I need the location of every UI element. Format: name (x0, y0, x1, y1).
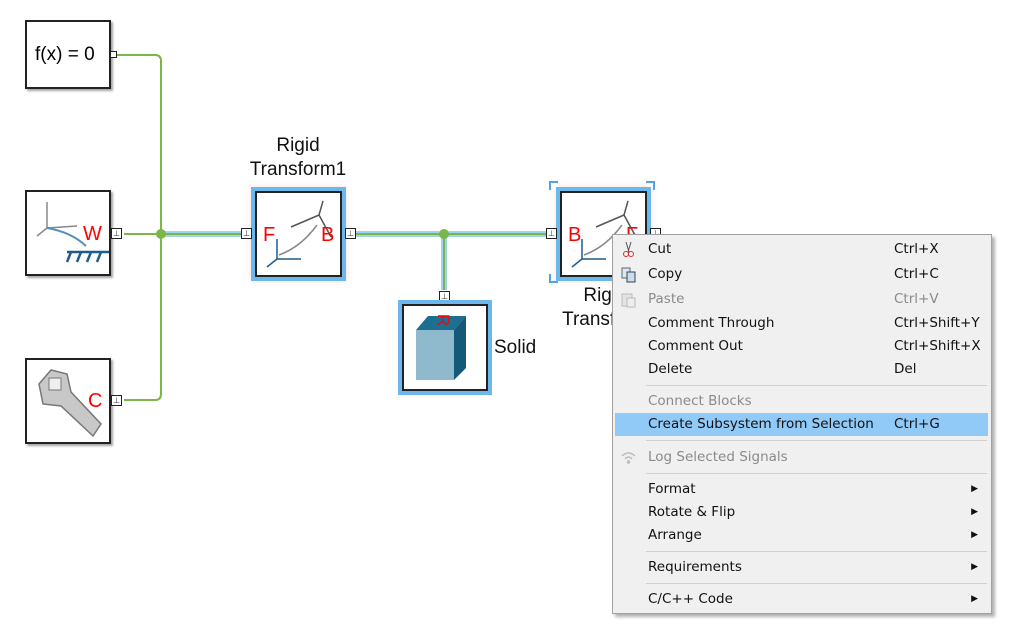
context-menu: Cut Ctrl+X Copy Ctrl+C Paste Ctrl+V Comment… (612, 234, 992, 614)
menu-shortcut: Ctrl+X (894, 241, 939, 257)
paste-icon (621, 293, 636, 308)
menu-label: Comment Out (648, 338, 743, 354)
solid-block[interactable]: R (398, 300, 492, 395)
mechanism-configuration-block[interactable]: C (25, 358, 111, 444)
submenu-arrow-icon: ▶ (971, 484, 978, 494)
menu-shortcut: Ctrl+Shift+X (894, 338, 981, 354)
menu-label: Rotate & Flip (648, 504, 736, 520)
solver-configuration-block[interactable]: f(x) = 0 (25, 20, 111, 89)
menu-label: Paste (648, 291, 685, 307)
menu-label: Delete (648, 361, 693, 377)
junction-dot (156, 229, 166, 239)
menu-shortcut: Ctrl+Shift+Y (894, 315, 980, 331)
menu-item-format[interactable]: Format ▶ (615, 478, 988, 501)
menu-separator (646, 583, 987, 584)
menu-separator (646, 440, 987, 441)
submenu-arrow-icon: ▶ (971, 594, 978, 604)
port-label-b: B (568, 224, 582, 246)
port-label-b: B (321, 224, 335, 246)
menu-item-comment-through[interactable]: Comment Through Ctrl+Shift+Y (615, 312, 988, 335)
port-label-r: R (434, 313, 454, 327)
submenu-arrow-icon: ▶ (971, 530, 978, 540)
config-port[interactable]: ⊥ (111, 395, 122, 406)
solid-port-r[interactable]: ⊥ (439, 291, 450, 302)
port-label-f: F (263, 224, 276, 246)
menu-label: Create Subsystem from Selection (648, 416, 874, 432)
port-label-c: C (88, 390, 103, 412)
block-title-rigid-transform1: Rigid Transform1 (238, 134, 358, 182)
solver-port[interactable] (110, 51, 117, 58)
menu-separator (646, 473, 987, 474)
menu-item-copy[interactable]: Copy Ctrl+C (615, 263, 988, 286)
menu-label: Connect Blocks (648, 393, 752, 409)
menu-label: Comment Through (648, 315, 775, 331)
block-title-solid: Solid (494, 337, 537, 358)
signal-log-icon (621, 452, 636, 464)
scissors-icon (623, 241, 634, 257)
menu-label: Cut (648, 241, 672, 257)
title-line: Transform1 (249, 159, 347, 180)
rt1-port-b[interactable]: ⊥ (345, 228, 356, 239)
menu-item-paste[interactable]: Paste Ctrl+V (615, 288, 988, 311)
port-label-w: W (83, 223, 102, 245)
menu-label: Requirements (648, 559, 742, 575)
menu-label: Copy (648, 266, 683, 282)
menu-separator (646, 385, 987, 386)
menu-item-arrange[interactable]: Arrange ▶ (615, 524, 988, 547)
menu-shortcut: Ctrl+V (894, 291, 939, 307)
menu-item-log-selected-signals[interactable]: Log Selected Signals (615, 446, 988, 469)
solver-text: f(x) = 0 (35, 44, 95, 65)
menu-label: Arrange (648, 527, 702, 543)
menu-label: Format (648, 481, 696, 497)
menu-shortcut: Ctrl+C (894, 266, 939, 282)
menu-separator (646, 551, 987, 552)
menu-item-comment-out[interactable]: Comment Out Ctrl+Shift+X (615, 335, 988, 358)
world-frame-block[interactable]: W (25, 190, 111, 276)
copy-icon (621, 267, 636, 283)
menu-item-cut[interactable]: Cut Ctrl+X (615, 238, 988, 261)
menu-item-requirements[interactable]: Requirements ▶ (615, 556, 988, 579)
submenu-arrow-icon: ▶ (971, 507, 978, 517)
junction-dot (439, 229, 449, 239)
physical-connection[interactable] (117, 54, 162, 401)
menu-item-create-subsystem[interactable]: Create Subsystem from Selection Ctrl+G (615, 413, 988, 436)
rt2-port-b[interactable]: ⊥ (546, 228, 557, 239)
rigid-transform1-block[interactable]: F B (251, 187, 346, 281)
submenu-arrow-icon: ▶ (971, 562, 978, 572)
menu-shortcut: Del (894, 361, 917, 377)
menu-item-cpp-code[interactable]: C/C++ Code ▶ (615, 588, 988, 611)
rt1-port-f[interactable]: ⊥ (241, 228, 252, 239)
menu-label: Log Selected Signals (648, 449, 788, 465)
menu-item-delete[interactable]: Delete Del (615, 358, 988, 381)
menu-item-rotate-flip[interactable]: Rotate & Flip ▶ (615, 501, 988, 524)
menu-shortcut: Ctrl+G (894, 416, 940, 432)
menu-label: C/C++ Code (648, 591, 733, 607)
world-port[interactable]: ⊥ (111, 228, 122, 239)
title-line: Rigid (276, 135, 320, 156)
menu-item-connect-blocks[interactable]: Connect Blocks (615, 390, 988, 413)
